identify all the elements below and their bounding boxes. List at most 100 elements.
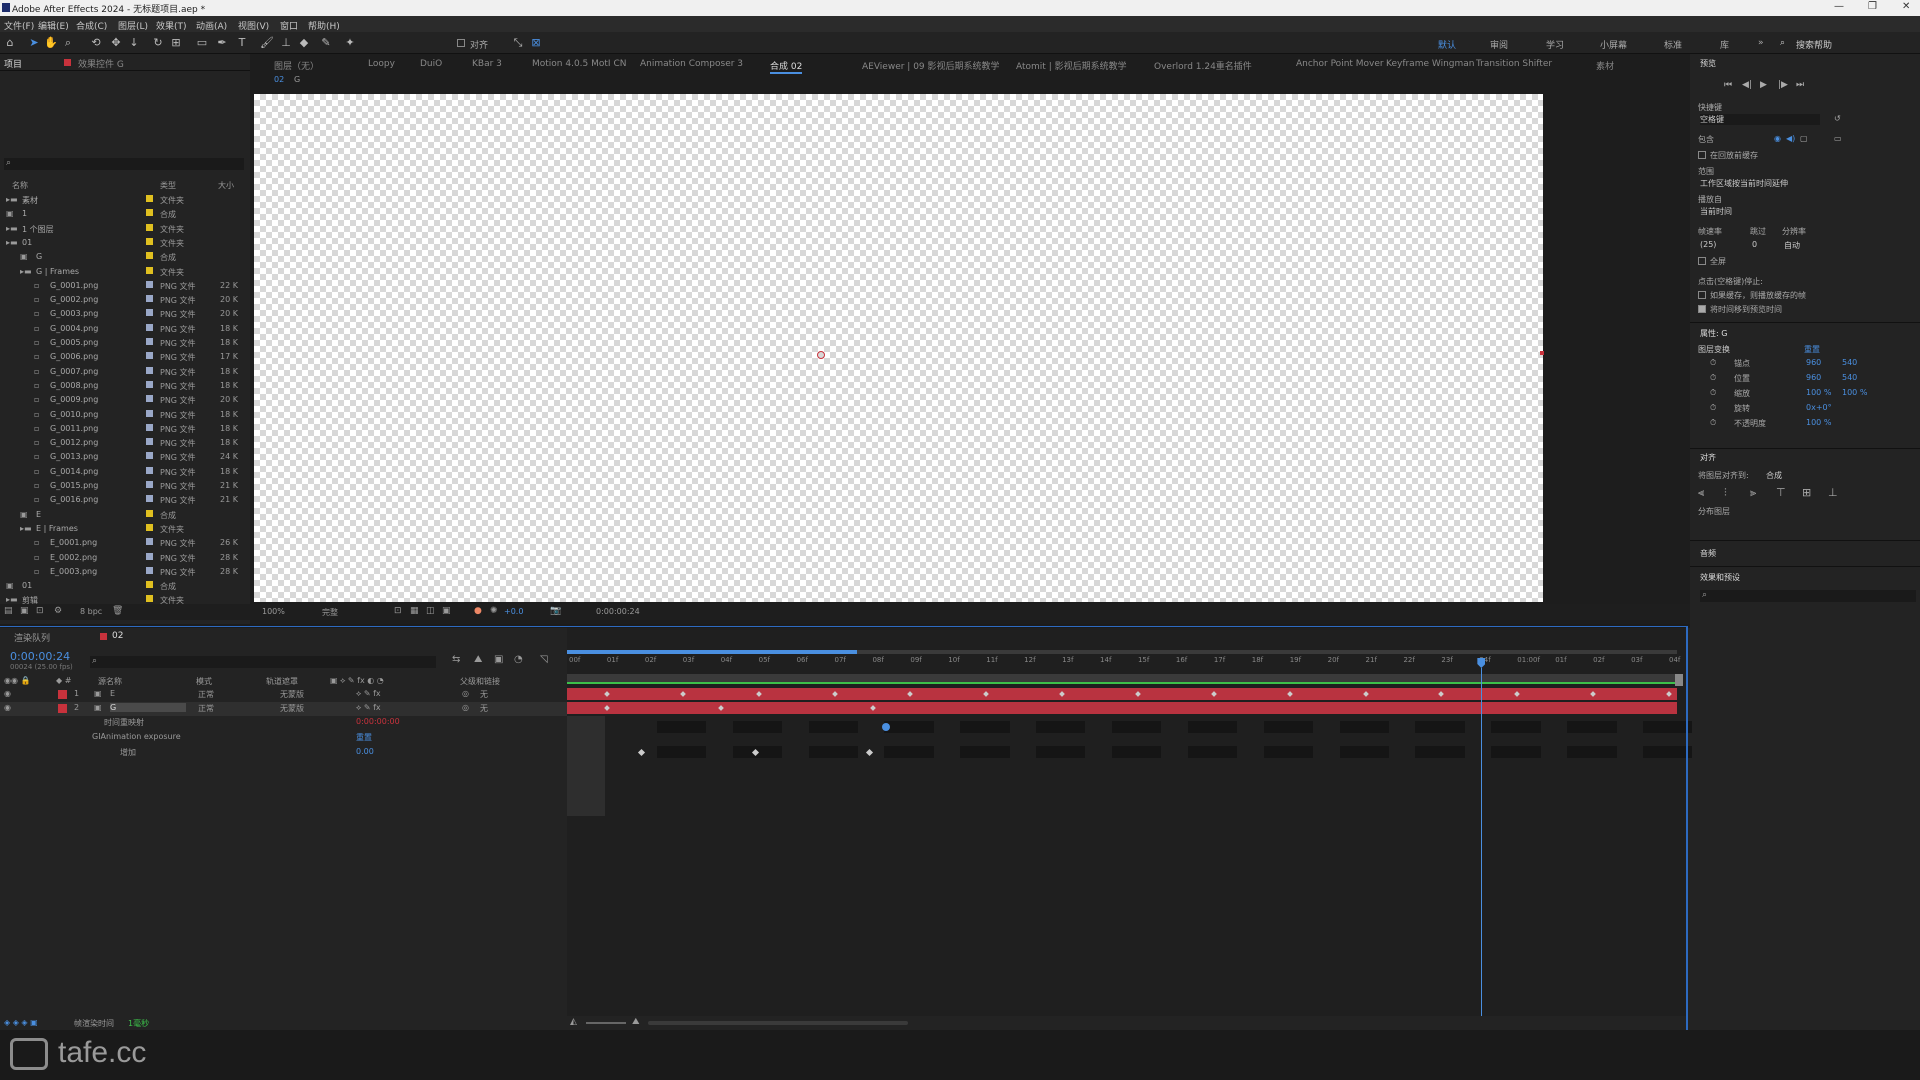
project-item[interactable]: ▫ G_0010.png PNG 文件 18 K — [0, 409, 250, 423]
project-item[interactable]: ▸▬ G | Frames 文件夹 — [0, 266, 250, 280]
property-value[interactable]: 100 % — [1806, 418, 1831, 427]
label-color-swatch[interactable] — [146, 380, 153, 388]
viewer-tab[interactable]: 合成 02 — [770, 59, 803, 74]
label-color-swatch[interactable] — [146, 552, 153, 560]
project-search-input[interactable]: ⌕ — [4, 158, 244, 170]
menu-view[interactable]: 视图(V) — [238, 19, 269, 32]
project-item[interactable]: ▫ G_0013.png PNG 文件 24 K — [0, 451, 250, 465]
selection-tool-icon[interactable]: ➤ — [28, 37, 40, 49]
footer-switch-icons[interactable]: ◈ ◈ ◈ ▣ — [4, 1018, 38, 1027]
clone-stamp-icon[interactable]: ⊥ — [280, 37, 292, 49]
timeline-scrollbar[interactable] — [648, 1021, 908, 1025]
align-top-icon[interactable]: ⊤ — [1776, 486, 1786, 499]
new-comp-icon[interactable]: ⊡ — [36, 606, 44, 616]
rectangle-tool-icon[interactable]: ▭ — [196, 37, 208, 49]
viewer-tab[interactable]: Transition Shifter — [1476, 59, 1552, 69]
label-color-swatch[interactable] — [146, 223, 153, 231]
reset-transform-link[interactable]: 重置 — [1804, 344, 1820, 355]
label-color-swatch[interactable] — [146, 466, 153, 474]
layer-switches[interactable]: ⟡ ✎ fx — [356, 689, 381, 699]
property-value[interactable]: 100 % — [1842, 388, 1867, 397]
layer-marker[interactable] — [983, 691, 990, 697]
viewer-tab[interactable]: DuiO — [420, 59, 442, 69]
label-color-swatch[interactable] — [146, 309, 153, 317]
layer-marker[interactable] — [1362, 691, 1369, 697]
layer-marker[interactable] — [604, 705, 610, 711]
project-item[interactable]: ▫ G_0008.png PNG 文件 18 K — [0, 380, 250, 394]
label-color-swatch[interactable] — [146, 266, 153, 274]
audio-include-icon[interactable]: ◀) — [1786, 134, 1795, 143]
region-of-interest-icon[interactable]: ⊡ — [394, 606, 402, 616]
project-item[interactable]: ▫ G_0011.png PNG 文件 18 K — [0, 423, 250, 437]
project-item[interactable]: ▫ G_0004.png PNG 文件 18 K — [0, 323, 250, 337]
puppet-pin-icon[interactable]: ✦ — [344, 37, 356, 49]
roto-brush-icon[interactable]: ✎ — [320, 37, 332, 49]
settings-icon[interactable]: ⚙ — [54, 606, 62, 616]
viewer-tab[interactable]: Motion 4.0.5 MotI CN — [532, 59, 626, 69]
search-icon[interactable]: ⌕ — [1780, 38, 1785, 48]
property-value[interactable]: 重置 — [356, 732, 372, 743]
zoom-in-icon[interactable]: ⛰ — [632, 1017, 640, 1027]
project-item[interactable]: ▫ E_0001.png PNG 文件 26 K — [0, 537, 250, 551]
external-monitor-icon[interactable]: ▭ — [1834, 134, 1842, 143]
viewer-tab[interactable]: Overlord 1.24重名插件 — [1154, 59, 1252, 72]
layer-name[interactable]: G — [110, 703, 186, 712]
align-right-icon[interactable]: ⫸ — [1750, 486, 1756, 500]
property-value[interactable]: 0x+0° — [1806, 403, 1832, 412]
label-color-swatch[interactable] — [146, 438, 153, 446]
viewer-tab[interactable]: Keyframe Wingman — [1386, 59, 1474, 69]
parent-select[interactable]: 无 — [480, 703, 488, 714]
label-color-swatch[interactable] — [146, 237, 153, 245]
parent-pickwhip-icon[interactable]: ◎ — [462, 703, 469, 712]
bpc-label[interactable]: 8 bpc — [80, 607, 102, 616]
video-include-icon[interactable]: ◉ — [1774, 134, 1781, 143]
project-item[interactable]: ▫ G_0003.png PNG 文件 20 K — [0, 308, 250, 322]
maximize-button[interactable]: ❐ — [1868, 1, 1877, 12]
layer-row[interactable]: ◉ 1 ▣ E 正常 无蒙版 ⟡ ✎ fx ◎ 无 — [0, 688, 567, 702]
brush-tool-icon[interactable]: 🖌 — [260, 37, 274, 49]
label-color-swatch[interactable] — [146, 581, 153, 589]
property-value[interactable]: 960 — [1806, 373, 1821, 382]
project-item[interactable]: ▸▬ 素材 文件夹 — [0, 194, 250, 208]
label-color-swatch[interactable] — [146, 195, 153, 202]
align-vcenter-icon[interactable]: ⊞ — [1802, 486, 1811, 499]
layer-marker[interactable] — [869, 705, 876, 711]
new-folder-icon[interactable]: ▣ — [20, 606, 29, 616]
project-item[interactable]: ▫ G_0002.png PNG 文件 20 K — [0, 294, 250, 308]
stop-option-2-checkbox[interactable] — [1698, 305, 1706, 313]
home-icon[interactable]: ⌂ — [4, 37, 16, 49]
zoom-select[interactable]: 100% — [262, 607, 285, 616]
project-item[interactable]: ▸▬ 01 文件夹 — [0, 237, 250, 251]
layer-marker[interactable] — [907, 691, 914, 697]
shortcut-select[interactable]: 空格键 — [1700, 114, 1820, 125]
col-type[interactable]: 类型 — [160, 180, 176, 191]
resolution-select[interactable]: 完整 — [322, 607, 338, 618]
property-value[interactable]: 960 — [1806, 358, 1821, 367]
label-color-swatch[interactable] — [146, 323, 153, 331]
label-color-swatch[interactable] — [146, 395, 153, 403]
last-frame-button[interactable]: ⏭ — [1796, 80, 1804, 90]
zoom-out-icon[interactable]: ◭ — [570, 1017, 577, 1027]
col-size[interactable]: 大小 — [218, 180, 234, 191]
pan-tool-icon[interactable]: ✥ — [110, 37, 122, 49]
eraser-tool-icon[interactable]: ◆ — [298, 37, 310, 49]
property-value[interactable]: 100 % — [1806, 388, 1831, 397]
layer-marker[interactable] — [755, 691, 762, 697]
layer-handle[interactable] — [1540, 351, 1544, 355]
align-left-icon[interactable]: ⫷ — [1698, 486, 1704, 500]
property-row[interactable]: 增加 0.00 — [0, 746, 567, 760]
visibility-eye-icon[interactable]: ◉ — [4, 703, 11, 712]
property-row[interactable]: 时间重映射 0:00:00:00 — [0, 716, 567, 730]
viewer-tab[interactable]: 图层（无） — [274, 59, 319, 72]
viewer-tab[interactable]: Animation Composer 3 — [640, 59, 743, 69]
exposure-icon[interactable]: ✺ — [490, 606, 498, 616]
label-color-swatch[interactable] — [146, 338, 153, 345]
layer-marker[interactable] — [1590, 691, 1597, 697]
project-item[interactable]: ▫ G_0001.png PNG 文件 22 K — [0, 280, 250, 294]
project-item[interactable]: ▸▬ 1 个图层 文件夹 — [0, 223, 250, 237]
snap-icon[interactable]: ⤡ — [512, 37, 524, 49]
project-item[interactable]: ▫ G_0012.png PNG 文件 18 K — [0, 437, 250, 451]
layer-label-color[interactable] — [58, 690, 67, 699]
grid-snap-icon[interactable]: ⊠ — [530, 37, 542, 49]
layer-marker[interactable] — [831, 691, 838, 697]
